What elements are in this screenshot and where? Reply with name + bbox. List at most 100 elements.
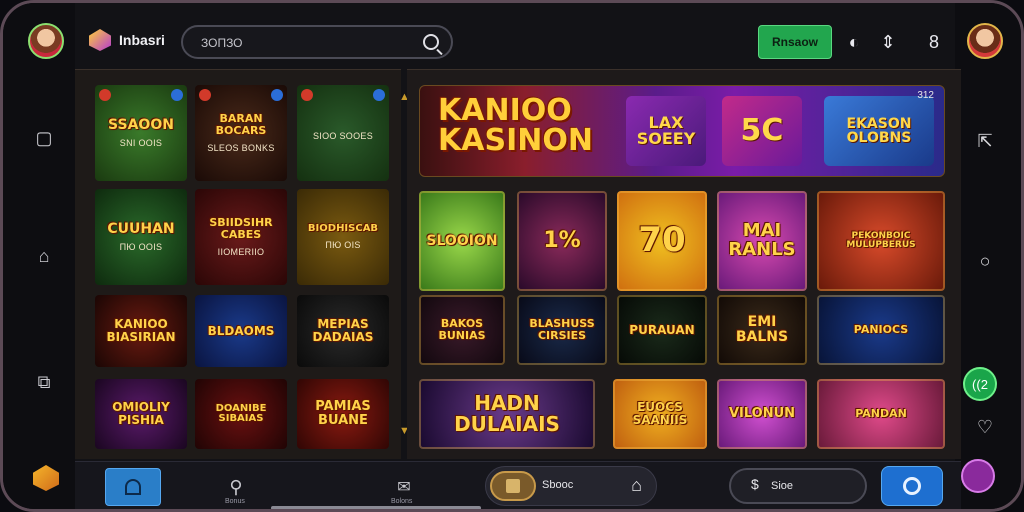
- left-game-tile[interactable]: SSAOON SNI OOIS: [95, 85, 187, 181]
- game-title: CUUHAN: [107, 220, 175, 237]
- left-game-tile[interactable]: BIODHISCAB ПЮ OIS: [297, 189, 389, 285]
- right-game-tile[interactable]: BAKOS BUNIAS: [419, 295, 505, 365]
- share-icon[interactable]: ⇱: [973, 129, 997, 153]
- home-indicator[interactable]: [271, 506, 481, 509]
- game-title: BARAN BOCARS: [215, 112, 267, 137]
- left-game-tile[interactable]: SIOO SOOES: [297, 85, 389, 181]
- green-badge-button[interactable]: ((2: [963, 367, 997, 401]
- game-title: BLDAOMS: [207, 323, 275, 338]
- left-game-tile[interactable]: CUUHAN ПЮ ООIS: [95, 189, 187, 285]
- device-frame: ▢ ⌂ ⧉ ⇱ ○ ((2 ♡ Inbasri ЗОПЗО Rnsaow ◐ ⇕…: [0, 0, 1024, 512]
- left-game-tile[interactable]: DOANIBE SIBAIAS: [195, 379, 287, 449]
- right-game-tile[interactable]: EUOCS SAANIIS: [613, 379, 707, 449]
- badge-icon: [271, 89, 283, 101]
- badge-icon: [199, 89, 211, 101]
- layers-icon[interactable]: ⧉: [33, 371, 55, 393]
- right-game-tile[interactable]: MAI RANLS: [717, 191, 807, 291]
- settings-icon[interactable]: 8: [923, 31, 945, 53]
- badge-icon: [171, 89, 183, 101]
- hero-banner[interactable]: KANIOO KASINON LAX SOEEY 5C EKASON OLOBN…: [419, 85, 945, 177]
- game-title: PANDAN: [855, 407, 907, 421]
- badge-icon: [301, 89, 313, 101]
- right-game-tile[interactable]: VILONUN: [717, 379, 807, 449]
- left-game-tile[interactable]: KANIOO BIASIRIAN: [95, 295, 187, 367]
- gift-icon: ✉: [397, 479, 411, 496]
- home-icon: [125, 479, 141, 495]
- badge-icon: [99, 89, 111, 101]
- profile-tab-button[interactable]: [881, 466, 943, 506]
- ring-icon: [903, 477, 921, 495]
- game-title: MAI RANLS: [728, 220, 796, 260]
- game-title: PEKONBOIC MULUPBERUS: [846, 230, 916, 250]
- purple-round-button[interactable]: [961, 459, 995, 493]
- game-title: OMIOLIY PISHIA: [112, 400, 170, 427]
- promos-tab-label: Bolons: [391, 498, 413, 505]
- game-subtitle: IIOMERIIO: [217, 246, 265, 257]
- left-game-tile[interactable]: BARAN BOCARS SLEOS BONKS: [195, 85, 287, 181]
- profile-avatar[interactable]: [967, 23, 1003, 59]
- game-title: 1%: [543, 228, 581, 254]
- game-title: BIODHISCAB: [307, 222, 379, 234]
- game-subtitle: SNI OOIS: [119, 138, 163, 149]
- game-subtitle: SLEOS BONKS: [207, 142, 275, 153]
- avatar[interactable]: [28, 23, 64, 59]
- hero-card-2[interactable]: 5C: [722, 96, 802, 166]
- hero-title-line2: KASINON: [438, 123, 593, 158]
- right-game-tile[interactable]: 70: [617, 191, 707, 291]
- bonus-tab-label: Bonus: [225, 498, 245, 505]
- heart-icon[interactable]: ♡: [973, 415, 997, 439]
- home-outline-icon[interactable]: ⌂: [631, 475, 642, 496]
- right-game-tile[interactable]: EMI BALNS: [717, 295, 807, 365]
- balance-pill[interactable]: $ Sioe: [729, 468, 867, 504]
- left-game-tile[interactable]: SBIIDSIHR CABES IIOMERIIO: [195, 189, 287, 285]
- home-icon[interactable]: ⌂: [33, 245, 55, 267]
- game-title: KANIOO BIASIRIAN: [106, 317, 176, 344]
- green-badge-label: ((2: [972, 376, 988, 392]
- game-title: EUOCS SAANIIS: [632, 400, 688, 427]
- bottom-bar: ⚲ Bonus ✉ Bolons Sbooc ⌂ $ Sioe: [75, 461, 961, 509]
- game-title: SLOOION: [426, 232, 498, 249]
- hero-card-1[interactable]: LAX SOEEY: [626, 96, 706, 166]
- right-game-tile[interactable]: PANDAN: [817, 379, 945, 449]
- square-icon[interactable]: ▢: [33, 127, 55, 149]
- wallet-toggle[interactable]: [490, 471, 536, 501]
- left-game-tile[interactable]: BLDAOMS: [195, 295, 287, 367]
- hero-title-line1: KANIOO: [438, 93, 572, 128]
- hero-card-3[interactable]: EKASON OLOBNS: [824, 96, 934, 166]
- search-icon[interactable]: [423, 34, 439, 50]
- info-icon[interactable]: ◐: [843, 31, 865, 53]
- game-title: EMI BALNS: [735, 314, 789, 345]
- left-rail: ▢ ⌂ ⧉: [3, 3, 75, 509]
- circle-icon[interactable]: ○: [973, 249, 997, 273]
- wallet-pill[interactable]: Sbooc ⌂: [485, 466, 657, 506]
- game-title: PAMIAS BUANE: [315, 399, 371, 428]
- game-title: MEPIAS DADAIAS: [312, 317, 374, 344]
- left-game-tile[interactable]: OMIOLIY PISHIA: [95, 379, 187, 449]
- right-game-tile[interactable]: 1%: [517, 191, 607, 291]
- search-input[interactable]: ЗОПЗО: [181, 25, 453, 59]
- bell-icon[interactable]: ⇕: [877, 31, 899, 53]
- game-title: BAKOS BUNIAS: [438, 317, 486, 342]
- game-subtitle: SIOO SOOES: [312, 131, 373, 141]
- game-title: BLASHUSS CIRSIES: [529, 317, 595, 342]
- game-title: PURAUAN: [629, 322, 695, 337]
- game-title: 70: [638, 220, 686, 261]
- home-tab-button[interactable]: [105, 468, 161, 506]
- right-game-tile[interactable]: PURAUAN: [617, 295, 707, 365]
- right-game-tile[interactable]: PANIOCS: [817, 295, 945, 365]
- login-button[interactable]: Rnsaow: [758, 25, 832, 59]
- dollar-icon: $: [751, 476, 759, 492]
- search-placeholder: ЗОПЗО: [201, 36, 243, 50]
- right-game-tile[interactable]: BLASHUSS CIRSIES: [517, 295, 607, 365]
- left-game-tile[interactable]: MEPIAS DADAIAS: [297, 295, 389, 367]
- app-logo-icon[interactable]: [33, 465, 59, 491]
- right-game-tile[interactable]: SLOOION: [419, 191, 505, 291]
- left-game-tile[interactable]: PAMIAS BUANE: [297, 379, 389, 449]
- right-rail: ⇱ ○ ((2 ♡: [955, 3, 1021, 509]
- brand[interactable]: Inbasri: [89, 29, 165, 51]
- brand-name: Inbasri: [119, 32, 165, 48]
- game-subtitle: ПЮ ООIS: [119, 242, 163, 253]
- game-title: SBIIDSIHR CABES: [209, 216, 273, 241]
- right-game-tile[interactable]: PEKONBOIC MULUPBERUS: [817, 191, 945, 291]
- right-game-tile[interactable]: HADN DULAIAIS: [419, 379, 595, 449]
